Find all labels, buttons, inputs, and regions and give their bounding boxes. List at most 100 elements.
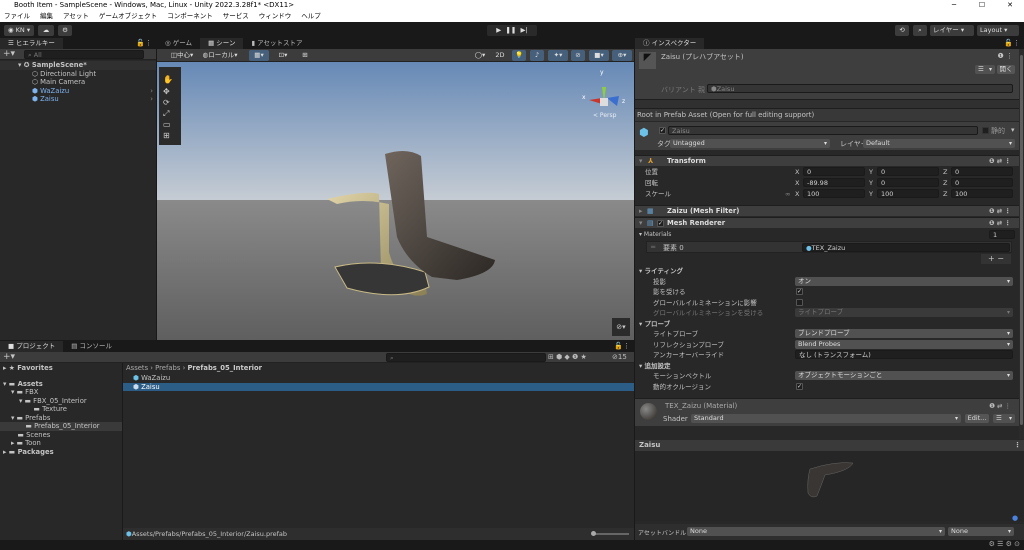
drag-handle-icon[interactable]: ═ [651,243,655,251]
layout-dropdown[interactable]: Layout ▾ [977,25,1019,36]
component-menu-icons[interactable]: ❶ ⇄ ⋮ [989,218,1011,229]
lighting-toggle[interactable]: 💡 [512,50,526,61]
constrain-proportions-icon[interactable]: ∞ [785,189,790,199]
tree-item[interactable]: ▾ ▬ Assets [0,380,122,389]
add-button[interactable]: +▾ [3,49,15,59]
z-field[interactable]: 0 [951,167,1013,176]
layers-dropdown[interactable]: レイヤー ▾ [930,25,974,36]
hierarchy-item[interactable]: ⬢ WaZaizu› [0,87,156,96]
value-dropdown[interactable]: Blend Probes [795,340,1013,349]
x-field[interactable]: -89.98 [803,178,865,187]
cloud-icon[interactable]: ☁ [38,25,54,36]
scene-root[interactable]: ▾ ✪ SampleScene* [0,61,156,70]
y-field[interactable]: 0 [877,167,939,176]
ruler-button[interactable]: ⊞ [297,50,313,61]
assetbundle-variant-dropdown[interactable]: None [948,527,1014,536]
component-menu-icons[interactable]: ❶ ⇄ ⋮ [989,206,1011,217]
tab-hierarchy[interactable]: ☰ ヒエラルキー [0,38,63,49]
effects-toggle[interactable]: ✦▾ [548,50,568,61]
favorites-item[interactable]: ▸ ★ Favorites [0,364,122,373]
menu-edit[interactable]: 編集 [40,11,53,22]
camera-button[interactable]: ■▾ [589,50,609,61]
lock-icon[interactable]: 🔓⋮ [614,342,630,350]
menu-assets[interactable]: アセット [63,11,89,22]
value-checkbox[interactable] [796,299,803,306]
menu-file[interactable]: ファイル [4,11,30,22]
x-field[interactable]: 0 [803,167,865,176]
history-icon[interactable]: ⟲ [895,25,909,36]
pivot-dropdown[interactable]: ◫中心▾ [165,50,199,61]
value-dropdown[interactable]: オン [795,277,1013,286]
menu-help[interactable]: ヘルプ [301,11,321,22]
status-icons[interactable]: ⚙ ☰ ⚙ ⊙ [989,540,1020,548]
menu-gameobject[interactable]: ゲームオブジェクト [99,11,157,22]
x-field[interactable]: 100 [803,189,865,198]
tab-inspector[interactable]: ⓘ インスペクター [635,38,704,49]
space-dropdown[interactable]: ◍ローカル▾ [201,50,239,61]
breadcrumb-item[interactable]: Prefabs_05_Interior [187,364,262,372]
chevron-down-icon[interactable]: ▾ [1011,126,1015,134]
asset-preview[interactable] [635,451,1024,521]
tab-console[interactable]: ▤ コンソール [63,341,120,352]
tree-item[interactable]: ▬ Scenes [0,431,122,440]
menu-window[interactable]: ウィンドウ [259,11,292,22]
menu-component[interactable]: コンポーネント [167,11,213,22]
file-item[interactable]: ⬢ WaZaizu [123,374,634,383]
overlay-menu-button[interactable]: ⊘▾ [612,318,630,336]
shader-dropdown[interactable]: Standard [691,414,961,423]
menu-services[interactable]: サービス [223,11,249,22]
add-element-button[interactable]: + [988,254,995,263]
pause-button[interactable]: ❚❚ [505,26,516,34]
project-search-input[interactable]: ⌕ [386,353,546,362]
tree-item[interactable]: ▬ Texture [0,405,122,414]
value-dropdown[interactable]: ブレンドプローブ [795,329,1013,338]
hidden-packages-toggle[interactable]: ⊘15 [612,353,627,361]
move-tool-icon[interactable]: ✥ [163,87,170,96]
value-checkbox[interactable]: ✓ [796,383,803,390]
enabled-checkbox[interactable]: ✓ [657,220,664,227]
step-button[interactable]: ▶| [520,26,527,34]
tree-item[interactable]: ▬ Prefabs_05_Interior [0,422,122,431]
hierarchy-item[interactable]: ⬡ Main Camera [0,78,156,87]
remove-element-button[interactable]: − [997,254,1004,263]
file-item-selected[interactable]: ⬢ Zaisu [123,383,634,392]
preview-header[interactable]: Zaisu⋮ [635,440,1024,451]
inspector-scrollbar[interactable] [1019,49,1024,439]
tree-item[interactable]: ▾ ▬ Prefabs [0,414,122,423]
tree-item[interactable]: ▸ ▬ Packages [0,448,122,457]
tab-asset-store[interactable]: ▮ アセットストア [243,38,310,49]
increment-snap-button[interactable]: ⊡▾ [273,50,293,61]
gizmos-button[interactable]: ⊕▾ [612,50,632,61]
2d-toggle[interactable]: 2D [492,50,508,61]
lock-icon[interactable]: 🔓⋮ [136,39,152,47]
mesh-filter-header[interactable]: ▸▦Zaizu (Mesh Filter)❶ ⇄ ⋮ [635,205,1019,216]
breadcrumb-item[interactable]: Prefabs [155,364,180,372]
transform-tool-icon[interactable]: ⊞ [163,131,170,140]
presets-dropdown[interactable]: ☰ [975,65,995,74]
component-menu-icons[interactable]: ❶ ⇄ ⋮ [989,402,1011,410]
open-prefab-button[interactable]: 開く [997,65,1015,74]
maximize-button[interactable]: ☐ [968,0,996,11]
static-checkbox[interactable] [982,127,989,134]
minimize-button[interactable]: ─ [940,0,968,11]
tag-dropdown[interactable]: Untagged [670,139,830,148]
hierarchy-search-input[interactable]: ⌕ All [24,50,144,59]
collab-icon[interactable]: ⚙ [58,25,72,36]
draw-mode-button[interactable]: ◯▾ [471,50,489,61]
materials-row[interactable]: ▾ Materials [635,230,1024,240]
material-field[interactable]: ●TEX_Zaizu [802,243,1010,252]
chevron-right-icon[interactable]: › [150,95,153,104]
search-icon[interactable]: ⌕ [913,25,927,36]
layer-dropdown[interactable]: Default [863,139,1015,148]
tree-item[interactable]: ▾ ▬ FBX_05_Interior [0,397,122,406]
lock-icon[interactable]: 🔓⋮ [1004,39,1020,47]
close-button[interactable]: ✕ [996,0,1024,11]
filter-icons[interactable]: ⊞ ⬢ ◆ ❶ ★ [548,353,587,361]
tree-item[interactable]: ▸ ▬ Toon [0,439,122,448]
hierarchy-item[interactable]: ⬡ Directional Light [0,70,156,79]
tab-scene[interactable]: ▦ シーン [200,38,243,49]
mesh-renderer-header[interactable]: ▾▤✓Mesh Renderer❶ ⇄ ⋮ [635,217,1019,228]
play-button[interactable]: ▶ [496,26,501,34]
z-field[interactable]: 0 [951,178,1013,187]
audio-toggle[interactable]: ♪ [530,50,544,61]
